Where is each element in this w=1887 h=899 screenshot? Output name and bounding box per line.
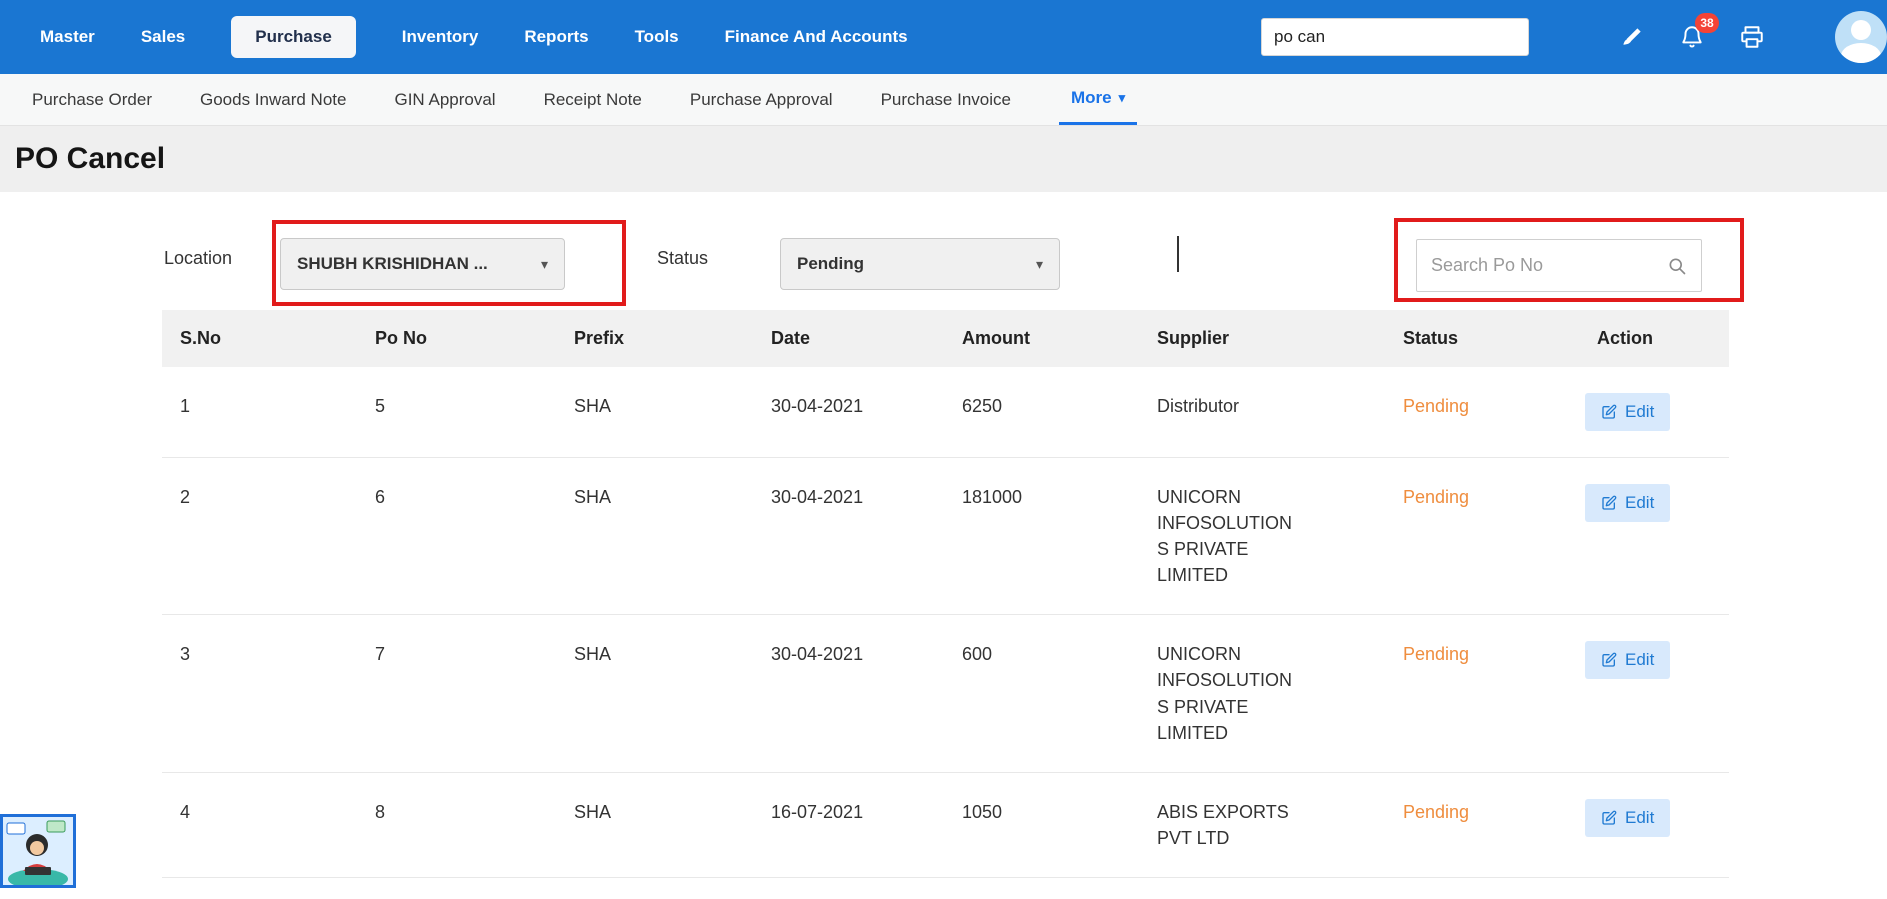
status-badge: Pending [1385,772,1579,877]
nav-item-tools[interactable]: Tools [635,27,679,47]
table-row: 2 6 SHA 30-04-2021 181000 UNICORN INFOSO… [162,458,1729,615]
po-cancel-table: S.No Po No Prefix Date Amount Supplier S… [162,310,1729,878]
edit-button-label: Edit [1625,808,1654,828]
edit-button[interactable]: Edit [1585,393,1670,431]
column-header-action: Action [1579,310,1729,367]
edit-button[interactable]: Edit [1585,641,1670,679]
column-header-sno: S.No [162,310,357,367]
cell-sno: 1 [162,367,357,458]
subnav-item-purchase-invoice[interactable]: Purchase Invoice [881,74,1011,125]
status-dropdown-value: Pending [797,254,864,274]
cell-date: 30-04-2021 [753,367,944,458]
table-row: 4 8 SHA 16-07-2021 1050 ABIS EXPORTS PVT… [162,772,1729,877]
nav-item-finance-and-accounts[interactable]: Finance And Accounts [725,27,908,47]
cell-date: 30-04-2021 [753,615,944,772]
edit-button[interactable]: Edit [1585,484,1670,522]
search-icon [1667,256,1687,276]
status-dropdown[interactable]: Pending ▾ [780,238,1060,290]
more-label: More [1071,88,1112,108]
cell-pono: 8 [357,772,556,877]
table-row: 1 5 SHA 30-04-2021 6250 Distributor Pend… [162,367,1729,458]
cell-supplier: Distributor [1139,367,1385,458]
edit-button-label: Edit [1625,493,1654,513]
cell-supplier: ABIS EXPORTS PVT LTD [1139,772,1385,877]
edit-pencil-icon [1601,404,1617,420]
subnav-item-purchase-order[interactable]: Purchase Order [32,74,152,125]
cell-amount: 6250 [944,367,1139,458]
nav-item-sales[interactable]: Sales [141,27,185,47]
edit-button-label: Edit [1625,650,1654,670]
column-header-amount: Amount [944,310,1139,367]
filters-row: Location SHUBH KRISHIDHAN ... ▾ Status P… [0,192,1887,310]
cell-date: 30-04-2021 [753,458,944,615]
column-header-pono: Po No [357,310,556,367]
chevron-down-icon: ▾ [1119,90,1126,106]
cell-pono: 6 [357,458,556,615]
notification-count-badge: 38 [1695,13,1719,33]
cell-prefix: SHA [556,772,753,877]
top-navigation-bar: Master Sales Purchase Inventory Reports … [0,0,1887,74]
cell-sno: 3 [162,615,357,772]
status-badge: Pending [1385,458,1579,615]
cell-pono: 5 [357,367,556,458]
chevron-down-icon: ▾ [1036,256,1043,273]
cell-prefix: SHA [556,367,753,458]
chat-assistant-avatar[interactable] [0,814,76,888]
page-title: PO Cancel [15,142,165,176]
location-label: Location [164,248,232,269]
location-dropdown[interactable]: SHUBH KRISHIDHAN ... ▾ [280,238,565,290]
column-header-prefix: Prefix [556,310,753,367]
cell-pono: 7 [357,615,556,772]
printer-icon[interactable] [1737,22,1767,52]
po-search-box [1416,239,1702,292]
purchase-sub-navigation: Purchase Order Goods Inward Note GIN App… [0,74,1887,126]
cell-prefix: SHA [556,458,753,615]
location-dropdown-value: SHUBH KRISHIDHAN ... [297,254,488,274]
subnav-item-goods-inward-note[interactable]: Goods Inward Note [200,74,346,125]
column-header-status: Status [1385,310,1579,367]
nav-item-inventory[interactable]: Inventory [402,27,479,47]
status-badge: Pending [1385,367,1579,458]
nav-item-master[interactable]: Master [40,27,95,47]
subnav-item-purchase-approval[interactable]: Purchase Approval [690,74,833,125]
edit-button-label: Edit [1625,402,1654,422]
edit-button[interactable]: Edit [1585,799,1670,837]
nav-item-reports[interactable]: Reports [524,27,588,47]
topbar-icons: 38 [1617,22,1767,52]
table-row: 3 7 SHA 30-04-2021 600 UNICORN INFOSOLUT… [162,615,1729,772]
table-header-row: S.No Po No Prefix Date Amount Supplier S… [162,310,1729,367]
cell-prefix: SHA [556,615,753,772]
chevron-down-icon: ▾ [541,256,548,273]
subnav-item-more[interactable]: More ▾ [1059,74,1137,125]
subnav-item-gin-approval[interactable]: GIN Approval [394,74,495,125]
cell-sno: 2 [162,458,357,615]
title-bar: PO Cancel [0,126,1887,192]
po-search-input[interactable] [1431,255,1667,276]
cell-supplier: UNICORN INFOSOLUTION S PRIVATE LIMITED [1139,615,1385,772]
edit-pencil-icon [1601,495,1617,511]
notifications-bell-icon[interactable]: 38 [1677,22,1707,52]
column-header-date: Date [753,310,944,367]
edit-pencil-icon [1601,810,1617,826]
status-badge: Pending [1385,615,1579,772]
user-avatar[interactable] [1835,11,1887,63]
nav-item-purchase[interactable]: Purchase [231,16,356,58]
cell-date: 16-07-2021 [753,772,944,877]
global-search-input[interactable] [1261,18,1529,56]
cell-amount: 181000 [944,458,1139,615]
edit-pencil-icon [1601,652,1617,668]
cell-amount: 600 [944,615,1139,772]
page: Master Sales Purchase Inventory Reports … [0,0,1887,899]
column-header-supplier: Supplier [1139,310,1385,367]
subnav-item-receipt-note[interactable]: Receipt Note [544,74,642,125]
status-label: Status [657,248,708,269]
cell-supplier: UNICORN INFOSOLUTION S PRIVATE LIMITED [1139,458,1385,615]
cell-amount: 1050 [944,772,1139,877]
cell-sno: 4 [162,772,357,877]
text-cursor [1177,236,1179,272]
paint-brush-icon[interactable] [1617,22,1647,52]
